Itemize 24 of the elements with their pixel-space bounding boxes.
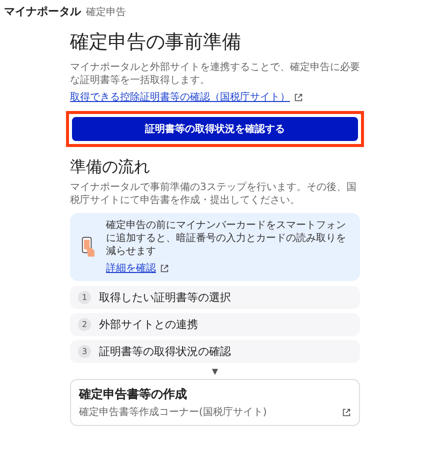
- flow-description: マイナポータルで事前準備の3ステップを行います。その後、国税庁サイトにて申告書を作成・提出してください。: [70, 181, 358, 207]
- step-label: 取得したい証明書等の選択: [99, 290, 231, 305]
- create-return-card[interactable]: 確定申告書等の作成 確定申告書等作成コーナー(国税庁サイト): [70, 379, 360, 426]
- details-link[interactable]: 詳細を確認: [106, 261, 156, 275]
- step-label: 外部サイトとの連携: [99, 317, 198, 332]
- card-subtitle: 確定申告書等作成コーナー(国税庁サイト): [79, 406, 267, 419]
- step-number: 1: [78, 291, 91, 304]
- page-title: 確定申告の事前準備: [70, 30, 242, 55]
- intro-text: マイナポータルと外部サイトを連携することで、確定申告に必要な証明書等を一括取得します。: [70, 61, 360, 87]
- external-link-icon: [160, 264, 169, 272]
- check-status-button[interactable]: 証明書等の取得状況を確認する: [72, 117, 358, 141]
- step-number: 3: [78, 345, 91, 358]
- site-logo[interactable]: マイナポータル: [4, 4, 81, 19]
- step-number: 2: [78, 318, 91, 331]
- card-title: 確定申告書等の作成: [79, 386, 188, 403]
- section-label: 確定申告: [86, 6, 126, 19]
- phone-in-hand-icon: [80, 236, 96, 258]
- external-link-icon: [342, 408, 351, 416]
- down-arrow: ▼: [212, 367, 218, 376]
- section-heading: 準備の流れ: [70, 157, 151, 178]
- step-label: 証明書等の取得状況の確認: [99, 344, 231, 359]
- deduction-link[interactable]: 取得できる控除証明書等の確認（国税庁サイト）: [70, 90, 290, 104]
- external-link-icon: [294, 92, 303, 102]
- notice-text: 確定申告の前にマイナンバーカードをスマートフォンに追加すると、暗証番号の入力とカードの読み取りを減らせます: [106, 219, 347, 258]
